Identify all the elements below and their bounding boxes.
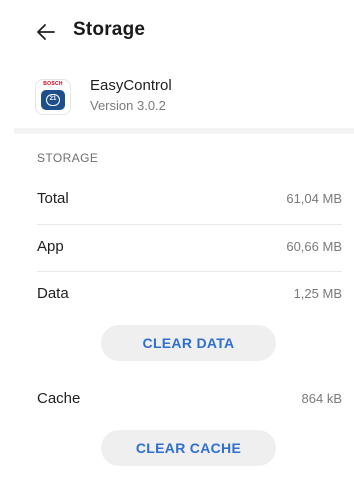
app-info: BOSCH 21 EasyControl Version 3.0.2 (0, 72, 354, 122)
storage-section-header: STORAGE (37, 151, 99, 165)
page-title: Storage (73, 19, 146, 40)
storage-row-total: Total 61,04 MB (37, 176, 342, 224)
easycontrol-app-icon: BOSCH 21 (36, 80, 70, 114)
clear-cache-button[interactable]: CLEAR CACHE (101, 430, 276, 466)
row-label: Data (37, 285, 69, 302)
row-value: 1,25 MB (293, 286, 342, 301)
arrow-left-icon (37, 24, 55, 40)
row-label: App (37, 238, 64, 255)
row-value: 61,04 MB (286, 191, 342, 206)
row-label: Total (37, 190, 69, 207)
app-version: Version 3.0.2 (90, 98, 166, 113)
app-bar: Storage (0, 0, 354, 62)
storage-row-cache: Cache 864 kB (37, 376, 342, 424)
row-label: Cache (37, 390, 81, 407)
back-button[interactable] (34, 20, 58, 44)
bosch-logo: BOSCH (43, 81, 63, 87)
row-value: 864 kB (301, 391, 342, 406)
thermostat-badge: 21 (41, 90, 65, 110)
app-name: EasyControl (90, 77, 172, 94)
section-separator (14, 128, 354, 134)
clear-data-button[interactable]: CLEAR DATA (101, 325, 276, 361)
storage-row-data: Data 1,25 MB (37, 271, 342, 319)
row-value: 60,66 MB (286, 239, 342, 254)
storage-row-app: App 60,66 MB (37, 224, 342, 272)
badge-number: 21 (46, 94, 60, 106)
